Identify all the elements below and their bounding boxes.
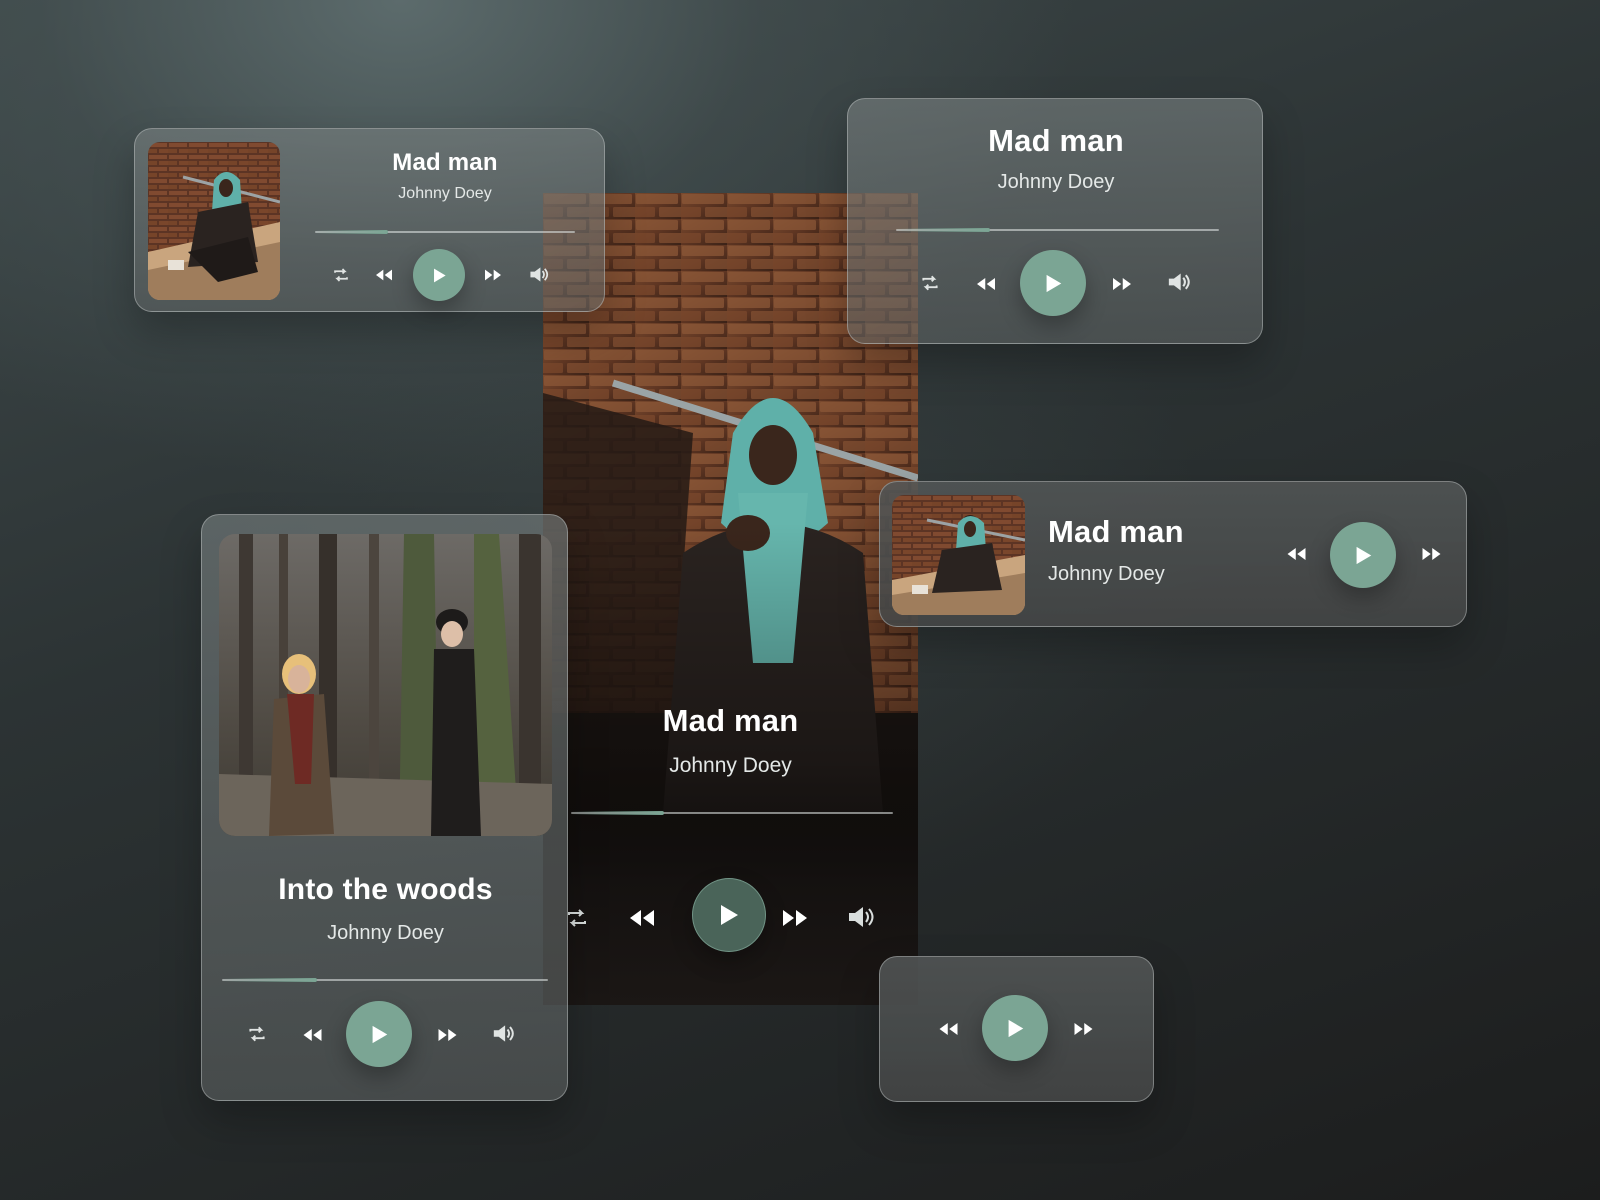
fast-forward-icon[interactable]: [1420, 545, 1443, 563]
compact-play-button[interactable]: [413, 249, 465, 301]
rewind-icon[interactable]: [974, 275, 998, 293]
play-icon: [1008, 1019, 1023, 1037]
top-right-track-title: Mad man: [988, 123, 1124, 158]
album-art-mad-man: [892, 495, 1025, 615]
main-track-artist: Johnny Doey: [669, 754, 792, 777]
card-play-button[interactable]: [346, 1001, 412, 1067]
repeat-icon[interactable]: [920, 273, 940, 293]
album-art-mad-man: [148, 142, 280, 300]
fast-forward-icon[interactable]: [483, 267, 503, 283]
horizontal-player: Mad man Johnny Doey: [879, 481, 1467, 627]
volume-icon[interactable]: [529, 265, 549, 284]
compact-track-title: Mad man: [392, 149, 498, 176]
compact-player-top-left: Mad man Johnny Doey: [134, 128, 605, 312]
mini-player: [879, 956, 1154, 1102]
mini-play-button[interactable]: [982, 995, 1048, 1061]
main-play-button[interactable]: [692, 878, 766, 952]
fast-forward-icon[interactable]: [781, 906, 809, 930]
card-track-artist: Johnny Doey: [327, 922, 444, 944]
main-progress-bar[interactable]: [571, 811, 893, 815]
rewind-icon[interactable]: [937, 1020, 960, 1038]
horizontal-track-artist: Johnny Doey: [1048, 563, 1165, 585]
compact-progress-bar[interactable]: [315, 230, 575, 234]
card-player: Into the woods Johnny Doey: [201, 514, 568, 1101]
main-track-title: Mad man: [662, 703, 799, 738]
rewind-icon[interactable]: [1285, 545, 1308, 563]
volume-icon[interactable]: [1167, 271, 1191, 293]
compact-track-artist: Johnny Doey: [398, 185, 492, 202]
horizontal-track-title: Mad man: [1048, 514, 1184, 549]
top-right-play-button[interactable]: [1020, 250, 1086, 316]
play-icon: [372, 1025, 387, 1043]
rewind-icon[interactable]: [628, 906, 656, 930]
card-progress-bar[interactable]: [222, 978, 548, 982]
play-icon: [721, 905, 738, 925]
rewind-icon[interactable]: [374, 267, 394, 283]
volume-icon[interactable]: [847, 904, 875, 930]
play-icon: [1356, 546, 1371, 564]
horizontal-play-button[interactable]: [1330, 522, 1396, 588]
fast-forward-icon[interactable]: [436, 1026, 459, 1044]
main-controls: [543, 878, 918, 958]
play-icon: [433, 268, 446, 282]
top-right-track-artist: Johnny Doey: [997, 171, 1115, 193]
play-icon: [1046, 274, 1061, 292]
repeat-icon[interactable]: [332, 266, 350, 284]
fast-forward-icon[interactable]: [1110, 275, 1134, 293]
player-top-right: Mad man Johnny Doey: [847, 98, 1263, 344]
fast-forward-icon[interactable]: [1072, 1020, 1095, 1038]
card-track-title: Into the woods: [278, 873, 493, 906]
album-art-into-the-woods: [219, 534, 552, 836]
rewind-icon[interactable]: [301, 1026, 324, 1044]
top-right-progress-bar[interactable]: [896, 228, 1219, 232]
repeat-icon[interactable]: [247, 1024, 267, 1044]
volume-icon[interactable]: [492, 1023, 515, 1044]
